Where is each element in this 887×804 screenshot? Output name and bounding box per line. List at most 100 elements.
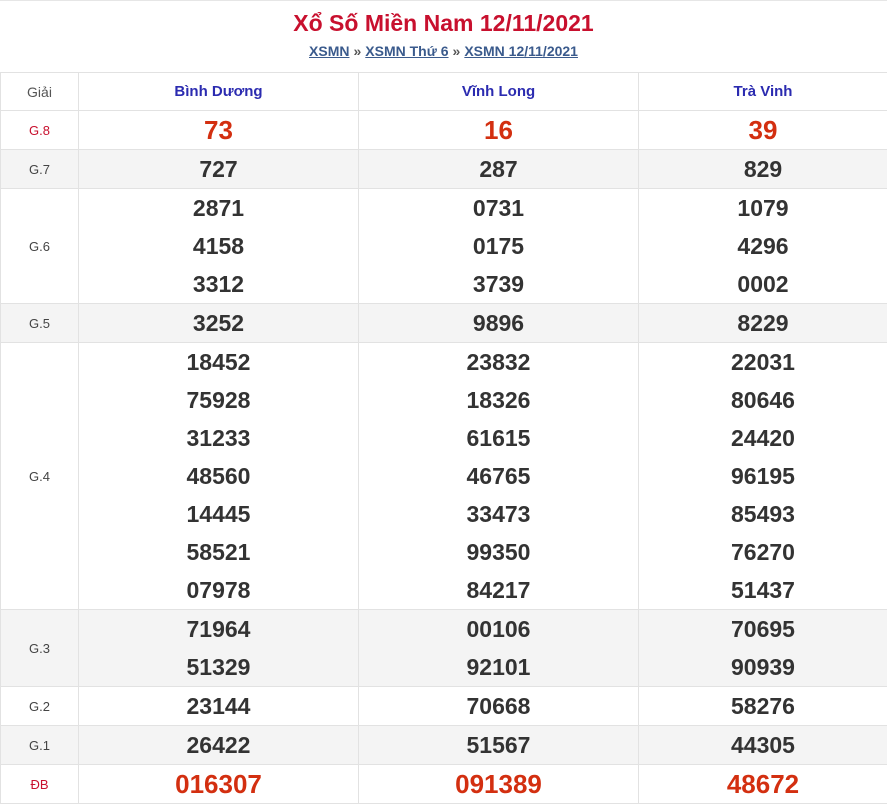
prize-label: G.8: [1, 111, 79, 150]
results-table: Giải Bình Dương Vĩnh Long Trà Vinh G.873…: [0, 72, 887, 804]
result-cell: 287: [359, 150, 639, 189]
table-header-row: Giải Bình Dương Vĩnh Long Trà Vinh: [1, 73, 887, 111]
result-cell: 48672: [639, 765, 887, 804]
prize-label: G.3: [1, 610, 79, 687]
result-cell: 58276: [639, 687, 887, 726]
result-number: 727: [79, 150, 358, 188]
breadcrumb-separator: »: [453, 43, 461, 59]
result-number: 9896: [359, 304, 638, 342]
result-number: 71964: [79, 610, 358, 648]
breadcrumb-link-xsmn[interactable]: XSMN: [309, 43, 349, 59]
result-number: 287: [359, 150, 638, 188]
prize-row: G.3719645132900106921017069590939: [1, 610, 887, 687]
result-cell: 73: [79, 111, 359, 150]
result-number: 26422: [79, 726, 358, 764]
prize-row: G.2231447066858276: [1, 687, 887, 726]
result-cell: 0010692101: [359, 610, 639, 687]
prize-label: G.6: [1, 189, 79, 304]
result-number: 44305: [639, 726, 887, 764]
result-number: 16: [359, 111, 638, 149]
result-number: 84217: [359, 571, 638, 609]
result-cell: 829: [639, 150, 887, 189]
province-header-binh-duong: Bình Dương: [79, 73, 359, 111]
province-header-vinh-long: Vĩnh Long: [359, 73, 639, 111]
result-cell: 727: [79, 150, 359, 189]
prize-label: G.5: [1, 304, 79, 343]
result-cell: 18452759283123348560144455852107978: [79, 343, 359, 610]
result-number: 22031: [639, 343, 887, 381]
result-number: 51329: [79, 648, 358, 686]
result-number: 0175: [359, 227, 638, 265]
result-number: 18452: [79, 343, 358, 381]
result-number: 90939: [639, 648, 887, 686]
result-number: 99350: [359, 533, 638, 571]
result-number: 92101: [359, 648, 638, 686]
result-number: 00106: [359, 610, 638, 648]
result-cell: 23144: [79, 687, 359, 726]
result-number: 76270: [639, 533, 887, 571]
result-number: 61615: [359, 419, 638, 457]
result-number: 14445: [79, 495, 358, 533]
result-cell: 70668: [359, 687, 639, 726]
result-number: 46765: [359, 457, 638, 495]
result-number: 016307: [79, 765, 358, 803]
result-number: 2871: [79, 189, 358, 227]
result-cell: 44305: [639, 726, 887, 765]
result-cell: 9896: [359, 304, 639, 343]
result-cell: 22031806462442096195854937627051437: [639, 343, 887, 610]
result-cell: 091389: [359, 765, 639, 804]
prize-row: ĐB01630709138948672: [1, 765, 887, 804]
breadcrumb-link-date[interactable]: XSMN 12/11/2021: [464, 43, 578, 59]
prize-row: G.8731639: [1, 111, 887, 150]
result-number: 3739: [359, 265, 638, 303]
result-number: 829: [639, 150, 887, 188]
prize-row: G.5325298968229: [1, 304, 887, 343]
prize-label: ĐB: [1, 765, 79, 804]
result-number: 18326: [359, 381, 638, 419]
result-cell: 3252: [79, 304, 359, 343]
result-number: 39: [639, 111, 887, 149]
province-header-tra-vinh: Trà Vinh: [639, 73, 887, 111]
prize-label: G.7: [1, 150, 79, 189]
prize-row: G.1264225156744305: [1, 726, 887, 765]
result-number: 80646: [639, 381, 887, 419]
result-cell: 107942960002: [639, 189, 887, 304]
prize-label: G.2: [1, 687, 79, 726]
result-number: 48672: [639, 765, 887, 803]
result-cell: 7196451329: [79, 610, 359, 687]
result-cell: 7069590939: [639, 610, 887, 687]
result-number: 85493: [639, 495, 887, 533]
result-number: 58521: [79, 533, 358, 571]
result-cell: 51567: [359, 726, 639, 765]
result-number: 70695: [639, 610, 887, 648]
result-number: 24420: [639, 419, 887, 457]
result-cell: 073101753739: [359, 189, 639, 304]
result-number: 3252: [79, 304, 358, 342]
result-number: 0002: [639, 265, 887, 303]
result-cell: 39: [639, 111, 887, 150]
prize-row: G.41845275928312334856014445585210797823…: [1, 343, 887, 610]
result-number: 75928: [79, 381, 358, 419]
result-number: 73: [79, 111, 358, 149]
result-cell: 16: [359, 111, 639, 150]
prize-row: G.7727287829: [1, 150, 887, 189]
result-number: 48560: [79, 457, 358, 495]
breadcrumb: XSMN»XSMN Thứ 6»XSMN 12/11/2021: [0, 43, 887, 59]
result-number: 58276: [639, 687, 887, 725]
result-cell: 26422: [79, 726, 359, 765]
result-number: 4296: [639, 227, 887, 265]
result-cell: 287141583312: [79, 189, 359, 304]
result-number: 091389: [359, 765, 638, 803]
result-number: 23832: [359, 343, 638, 381]
result-number: 33473: [359, 495, 638, 533]
result-number: 0731: [359, 189, 638, 227]
prize-label: G.1: [1, 726, 79, 765]
result-number: 07978: [79, 571, 358, 609]
result-number: 51437: [639, 571, 887, 609]
result-cell: 016307: [79, 765, 359, 804]
prize-row: G.6287141583312073101753739107942960002: [1, 189, 887, 304]
result-number: 70668: [359, 687, 638, 725]
page-header: Xổ Số Miền Nam 12/11/2021 XSMN»XSMN Thứ …: [0, 0, 887, 72]
breadcrumb-separator: »: [353, 43, 361, 59]
breadcrumb-link-weekday[interactable]: XSMN Thứ 6: [365, 43, 448, 59]
